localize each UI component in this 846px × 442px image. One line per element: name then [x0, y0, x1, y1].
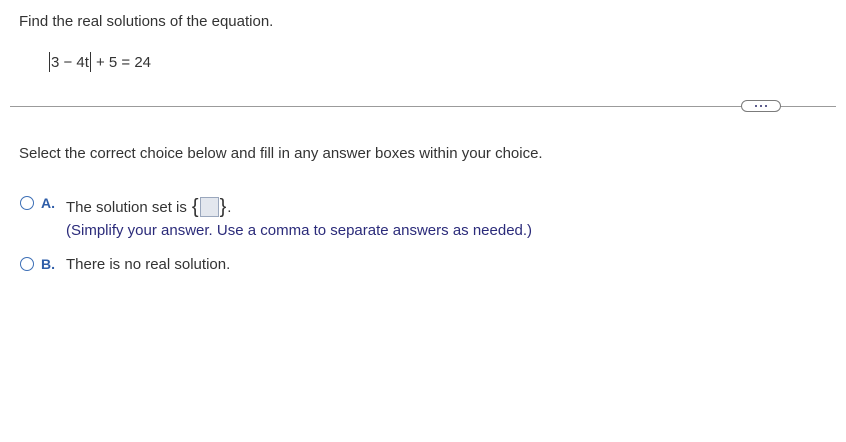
choice-b-letter: B.: [41, 256, 55, 272]
choice-a-letter: A.: [41, 195, 55, 211]
answer-box[interactable]: [199, 197, 219, 217]
open-brace: {: [191, 196, 199, 218]
choice-a-radio[interactable]: [20, 196, 34, 210]
choice-a-line: The solution set is { } .: [66, 197, 532, 217]
close-brace: }: [219, 196, 227, 218]
choice-a-body: The solution set is { } . (Simplify your…: [66, 197, 532, 239]
choice-b[interactable]: B. There is no real solution.: [20, 256, 230, 273]
choice-a-hint: (Simplify your answer. Use a comma to se…: [66, 222, 533, 239]
abs-bar-right: [89, 52, 91, 72]
ellipsis-dot: [755, 105, 757, 107]
choice-b-body: There is no real solution.: [66, 256, 230, 273]
question-prompt: Find the real solutions of the equation.: [19, 13, 274, 30]
ellipsis-dot: [765, 105, 767, 107]
instruction-text: Select the correct choice below and fill…: [19, 145, 543, 162]
choice-a[interactable]: A. The solution set is { } . (Simplify y…: [20, 195, 532, 239]
more-options-button[interactable]: [741, 100, 781, 112]
period: .: [227, 198, 232, 216]
equation-inner: 3 − 4t: [51, 53, 89, 71]
abs-bar-left: [49, 52, 50, 72]
equation: 3 − 4t + 5 = 24: [48, 52, 151, 72]
ellipsis-dot: [760, 105, 762, 107]
equation-rest: + 5 = 24: [95, 53, 152, 71]
choice-b-radio[interactable]: [20, 257, 34, 271]
choice-a-text: The solution set is: [66, 198, 187, 216]
divider: [10, 106, 836, 107]
choice-b-text: There is no real solution.: [66, 256, 231, 273]
